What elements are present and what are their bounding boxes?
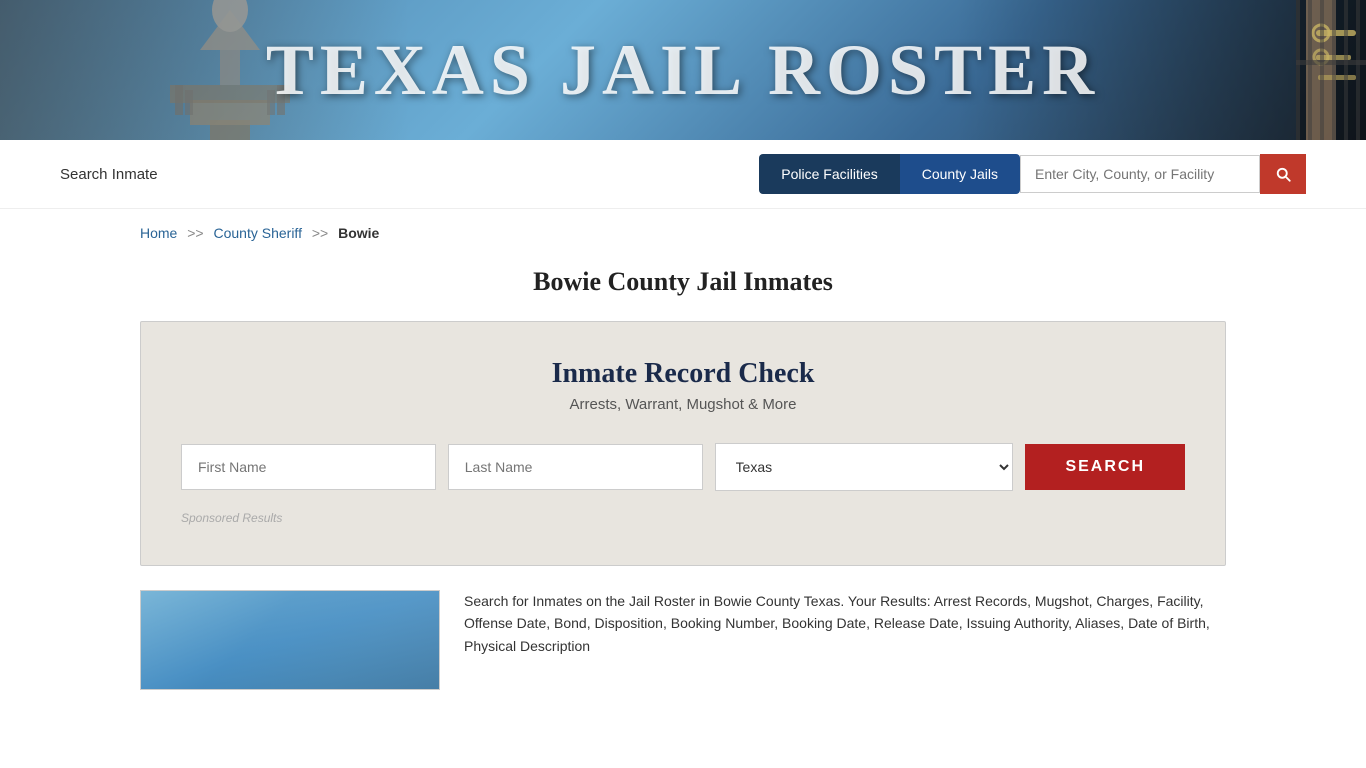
record-check-box: Inmate Record Check Arrests, Warrant, Mu… [140, 321, 1226, 566]
search-form-row: AlabamaAlaskaArizonaArkansasCaliforniaCo… [181, 443, 1185, 491]
police-facilities-button[interactable]: Police Facilities [759, 154, 899, 194]
page-title: Bowie County Jail Inmates [0, 267, 1366, 297]
page-title-section: Bowie County Jail Inmates [0, 257, 1366, 321]
facility-search-button[interactable] [1260, 154, 1306, 194]
last-name-input[interactable] [448, 444, 703, 490]
bottom-image [140, 590, 440, 690]
bottom-section: Search for Inmates on the Jail Roster in… [0, 566, 1366, 690]
nav-bar: Search Inmate Police Facilities County J… [0, 140, 1366, 209]
bottom-image-inner [141, 591, 439, 689]
breadcrumb-sep1: >> [187, 225, 203, 241]
breadcrumb-county-sheriff[interactable]: County Sheriff [214, 225, 302, 241]
nav-right: Police Facilities County Jails [759, 154, 1306, 194]
keys-icon [1146, 0, 1366, 140]
search-button[interactable]: SEARCH [1025, 444, 1185, 490]
record-check-subtitle: Arrests, Warrant, Mugshot & More [181, 396, 1185, 413]
sponsored-label: Sponsored Results [181, 511, 1185, 525]
header-banner: Texas Jail Roster [0, 0, 1366, 140]
site-title: Texas Jail Roster [266, 29, 1100, 112]
state-select[interactable]: AlabamaAlaskaArizonaArkansasCaliforniaCo… [715, 443, 1014, 491]
facility-search-input[interactable] [1020, 155, 1260, 193]
search-icon [1274, 165, 1292, 183]
county-jails-button[interactable]: County Jails [900, 154, 1020, 194]
bottom-description: Search for Inmates on the Jail Roster in… [464, 590, 1226, 657]
breadcrumb-home[interactable]: Home [140, 225, 177, 241]
breadcrumb-current: Bowie [338, 225, 379, 241]
search-inmate-label: Search Inmate [60, 166, 158, 183]
breadcrumb: Home >> County Sheriff >> Bowie [0, 209, 1366, 257]
first-name-input[interactable] [181, 444, 436, 490]
record-check-title: Inmate Record Check [181, 358, 1185, 390]
breadcrumb-sep2: >> [312, 225, 328, 241]
